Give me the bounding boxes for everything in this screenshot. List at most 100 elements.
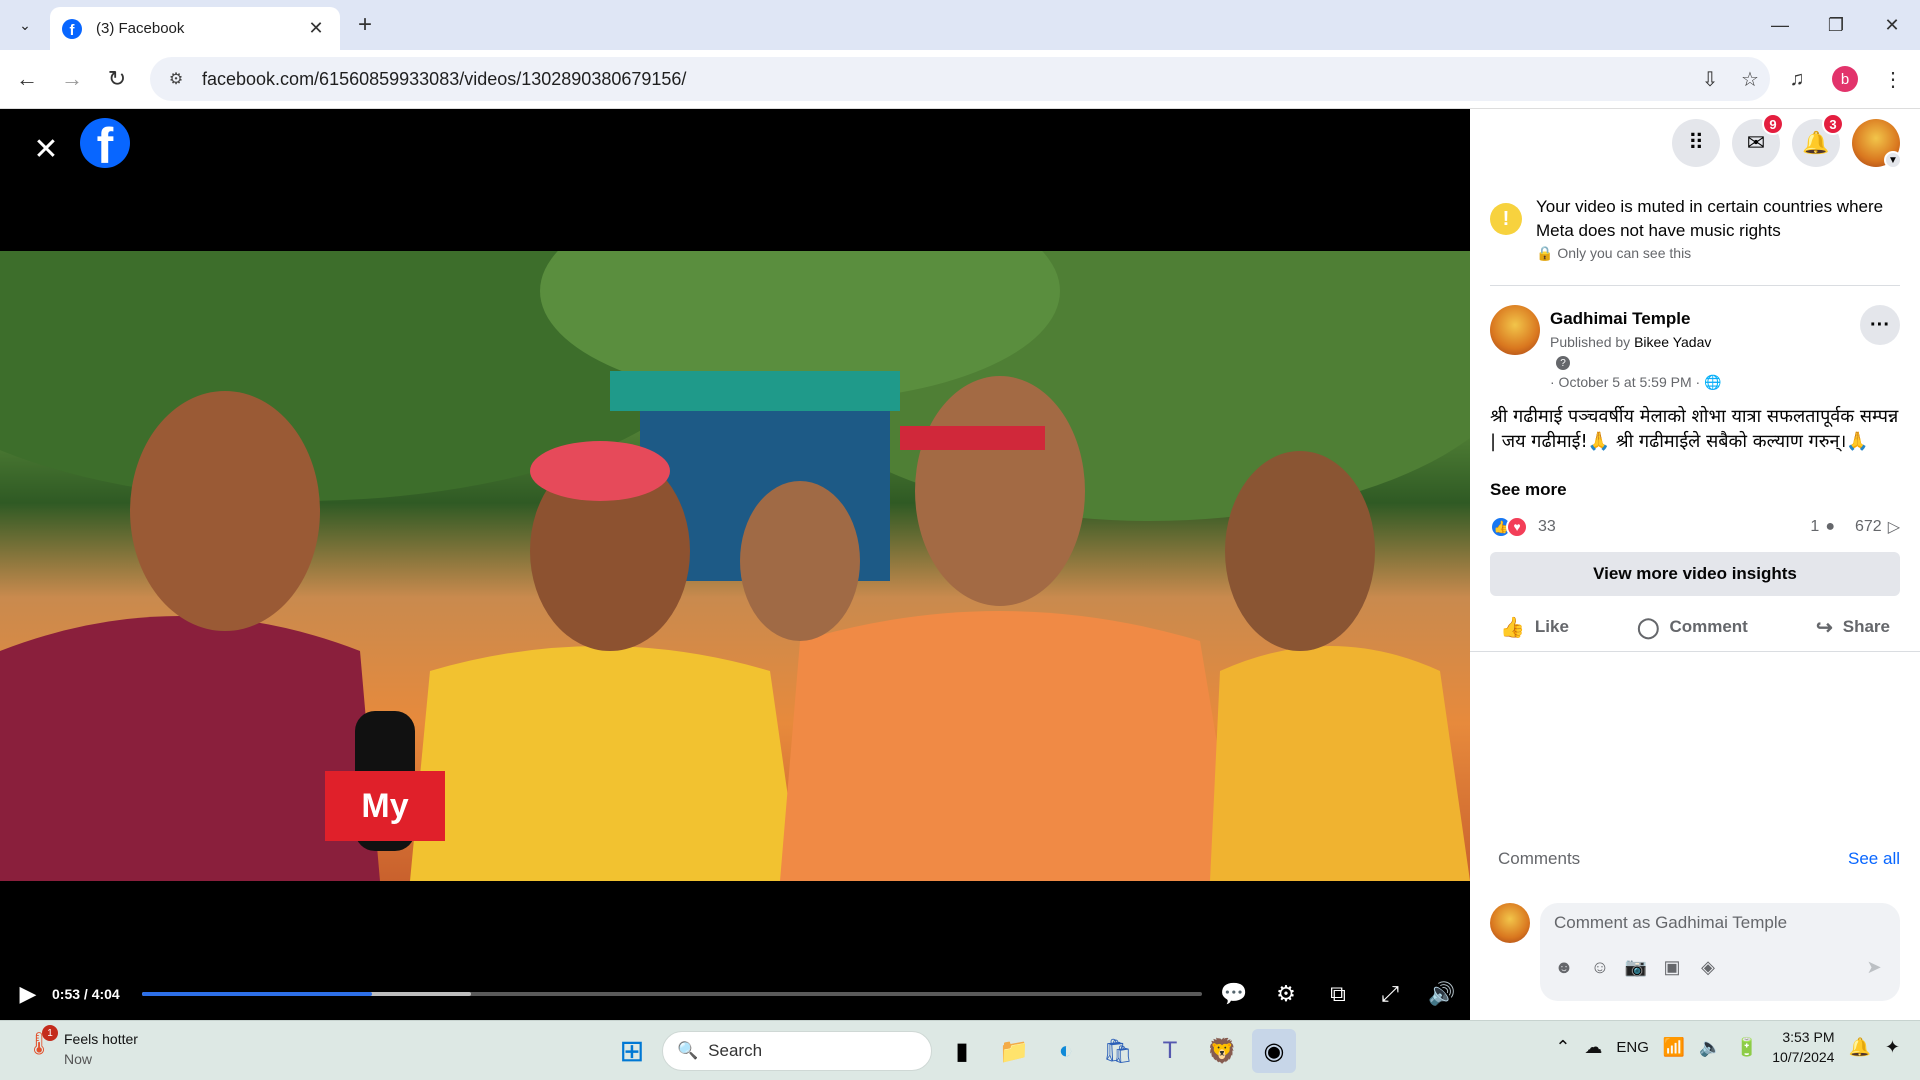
post-text: श्री गढीमाई पञ्चवर्षीय मेलाको शोभा यात्र… — [1490, 406, 1899, 452]
share-count[interactable]: 672 — [1855, 518, 1882, 536]
engagement-counts: 1 ● 672 ▷ — [1810, 517, 1900, 537]
video-frame[interactable]: My — [0, 251, 1470, 881]
wifi-icon[interactable]: 📶 — [1663, 1037, 1685, 1058]
onedrive-icon[interactable]: ☁ — [1584, 1037, 1602, 1058]
reload-icon[interactable]: ↻ — [100, 62, 134, 96]
language-indicator[interactable]: ENG — [1616, 1039, 1649, 1056]
chrome-browser-icon[interactable]: ◉ — [1252, 1029, 1296, 1073]
toolbar-right: ♫ b ⋮ — [1778, 60, 1912, 98]
window-close-icon[interactable]: ✕ — [1864, 0, 1920, 50]
store-icon[interactable]: 🛍 — [1096, 1029, 1140, 1073]
thumbs-up-icon: 👍 — [1500, 616, 1525, 639]
comment-composer: Comment as Gadhimai Temple ☻ ☺ 📷 ▣ ◈ ➤ — [1490, 903, 1900, 1003]
tab-search-chevron-icon[interactable]: ⌄ — [10, 10, 40, 40]
comment-bubble-icon: ● — [1825, 518, 1835, 535]
help-question-icon[interactable]: ? — [1556, 356, 1570, 370]
send-icon[interactable]: ➤ — [1862, 955, 1886, 979]
notifications-badge: 3 — [1822, 113, 1844, 135]
notification-bell-icon[interactable]: 🔔 — [1848, 1037, 1870, 1058]
video-viewer: ✕ f My ▶ 0:53 / 4:04 💬 ⚙ ⧉ ⤢ 🔊 — [0, 109, 1470, 1020]
gif-icon[interactable]: ▣ — [1660, 955, 1684, 979]
publisher-name[interactable]: Bikee Yadav — [1634, 334, 1711, 350]
video-controls: ▶ 0:53 / 4:04 💬 ⚙ ⧉ ⤢ 🔊 — [0, 969, 1470, 1019]
system-clock[interactable]: 3:53 PM 10/7/2024 — [1772, 1027, 1834, 1067]
media-controls-icon[interactable]: ♫ — [1778, 60, 1816, 98]
comment-input[interactable]: Comment as Gadhimai Temple — [1554, 913, 1787, 933]
play-icon[interactable]: ▶ — [10, 976, 46, 1012]
emoji-icon[interactable]: ☺ — [1588, 955, 1612, 979]
globe-icon: 🌐 — [1704, 374, 1722, 390]
sticker-icon[interactable]: ◈ — [1696, 955, 1720, 979]
avatar-sticker-icon[interactable]: ☻ — [1552, 955, 1576, 979]
comment-box[interactable]: Comment as Gadhimai Temple ☻ ☺ 📷 ▣ ◈ ➤ — [1540, 903, 1900, 1001]
settings-gear-icon[interactable]: ⚙ — [1266, 974, 1306, 1014]
thermometer-icon: 🌡 1 — [24, 1025, 58, 1059]
camera-icon[interactable]: 📷 — [1624, 955, 1648, 979]
copilot-icon[interactable]: ✦ — [1885, 1037, 1900, 1058]
task-view-icon[interactable]: ▮ — [940, 1029, 984, 1073]
like-button[interactable]: 👍 Like — [1500, 605, 1569, 649]
profile-button[interactable]: b — [1826, 60, 1864, 98]
browser-menu-icon[interactable]: ⋮ — [1874, 60, 1912, 98]
captions-icon[interactable]: 💬 — [1214, 974, 1254, 1014]
messenger-badge: 9 — [1762, 113, 1784, 135]
teams-icon[interactable]: T — [1148, 1029, 1192, 1073]
post-date-text[interactable]: · October 5 at 5:59 PM · — [1550, 374, 1700, 390]
battery-icon[interactable]: 🔋 — [1736, 1037, 1758, 1058]
browser-tab[interactable]: f (3) Facebook ✕ — [50, 7, 340, 50]
url-text[interactable]: facebook.com/61560859933083/videos/13028… — [202, 69, 1690, 90]
reaction-count[interactable]: 33 — [1538, 518, 1556, 536]
menu-grid-icon[interactable]: ⠿ — [1672, 119, 1720, 167]
more-options-icon[interactable]: ··· — [1860, 305, 1900, 345]
speaker-icon[interactable]: 🔈 — [1699, 1037, 1721, 1058]
tab-title: (3) Facebook — [96, 20, 185, 37]
published-prefix: Published by — [1550, 334, 1631, 350]
show-hidden-icons-icon[interactable]: ⌃ — [1555, 1037, 1570, 1058]
facebook-logo-icon[interactable]: f — [80, 118, 130, 168]
page-name[interactable]: Gadhimai Temple — [1550, 309, 1690, 329]
comment-tools: ☻ ☺ 📷 ▣ ◈ — [1552, 955, 1720, 979]
account-avatar[interactable]: ▼ — [1852, 119, 1902, 169]
page-avatar[interactable] — [1490, 305, 1540, 355]
view-insights-button[interactable]: View more video insights — [1490, 552, 1900, 596]
post-actions: 👍 Like ◯ Comment ↪ Share — [1490, 605, 1900, 649]
fullscreen-icon[interactable]: ⤢ — [1370, 974, 1410, 1014]
close-viewer-icon[interactable]: ✕ — [26, 129, 66, 169]
messenger-icon[interactable]: ✉ 9 — [1732, 113, 1784, 167]
weather-badge: 1 — [42, 1025, 58, 1041]
weather-widget[interactable]: 🌡 1 Feels hotter Now — [24, 1025, 138, 1069]
minimize-icon[interactable]: — — [1752, 0, 1808, 50]
search-icon: 🔍 — [677, 1041, 699, 1060]
bookmark-star-icon[interactable]: ☆ — [1730, 59, 1770, 99]
love-reaction-icon[interactable]: ♥ — [1506, 516, 1528, 538]
new-tab-plus-icon[interactable]: + — [350, 10, 380, 40]
edge-browser-icon[interactable]: ◐ — [1044, 1029, 1088, 1073]
picture-in-picture-icon[interactable]: ⧉ — [1318, 974, 1358, 1014]
comment-button[interactable]: ◯ Comment — [1637, 605, 1748, 649]
notifications-bell-icon[interactable]: 🔔 3 — [1792, 113, 1844, 167]
back-arrow-icon[interactable]: ← — [10, 62, 44, 96]
address-bar[interactable]: ⚙ facebook.com/61560859933083/videos/130… — [150, 57, 1770, 101]
forward-arrow-icon[interactable]: → — [55, 62, 89, 96]
file-explorer-icon[interactable]: 📁 — [992, 1029, 1036, 1073]
video-progress-bar[interactable] — [142, 992, 1202, 996]
tab-close-icon[interactable]: ✕ — [304, 17, 328, 41]
share-button[interactable]: ↪ Share — [1816, 605, 1890, 649]
post-header: Gadhimai Temple Published by Bikee Yadav… — [1490, 305, 1900, 390]
see-all-link[interactable]: See all — [1848, 849, 1900, 869]
commenter-avatar[interactable] — [1490, 903, 1530, 943]
browser-toolbar: ← → ↻ ⚙ facebook.com/61560859933083/vide… — [0, 50, 1920, 109]
site-settings-icon[interactable]: ⚙ — [156, 59, 196, 99]
restore-icon[interactable]: ❐ — [1808, 0, 1864, 50]
install-app-icon[interactable]: ⇩ — [1690, 59, 1730, 99]
volume-icon[interactable]: 🔊 — [1422, 974, 1462, 1014]
reactions-bar: 👍 ♥ 33 1 ● 672 ▷ — [1490, 513, 1900, 541]
muted-notice: ! Your video is muted in certain countri… — [1490, 195, 1900, 265]
brave-browser-icon[interactable]: 🦁 — [1200, 1029, 1244, 1073]
published-by: Published by Bikee Yadav — [1550, 334, 1711, 350]
comment-count[interactable]: 1 — [1810, 518, 1819, 536]
see-more-link[interactable]: See more — [1490, 480, 1567, 500]
windows-start-icon[interactable]: ⊞ — [610, 1029, 654, 1073]
comment-icon: ◯ — [1637, 616, 1660, 639]
taskbar-search[interactable]: 🔍 Search — [662, 1031, 932, 1071]
